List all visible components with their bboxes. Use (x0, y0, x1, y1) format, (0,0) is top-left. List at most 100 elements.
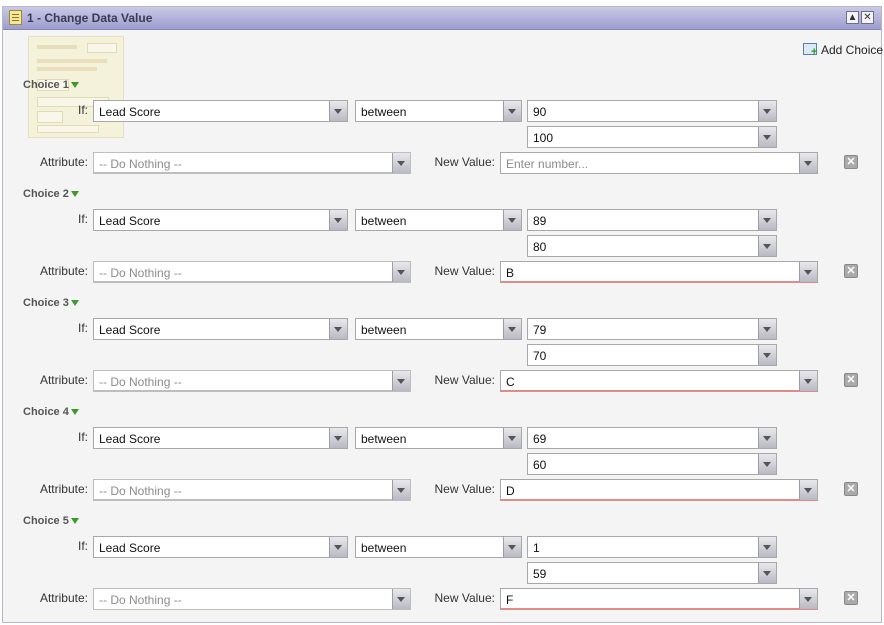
triangle-down-icon[interactable] (70, 300, 79, 307)
chevron-down-icon[interactable] (329, 319, 347, 339)
choice-5-new-value-input[interactable]: F (500, 588, 818, 610)
chevron-down-icon[interactable] (503, 319, 521, 339)
value1: 90 (533, 105, 547, 119)
choice-5-field-select[interactable]: Lead Score (93, 536, 348, 558)
attribute-placeholder: -- Do Nothing -- (99, 593, 182, 607)
chevron-down-icon[interactable] (799, 480, 817, 500)
choice-3-new-value-input[interactable]: C (500, 370, 818, 392)
choice-3-operator-select[interactable]: between (355, 318, 522, 340)
operator-value: between (361, 214, 407, 228)
choice-3-header[interactable]: Choice 3 (23, 297, 79, 309)
choice-3-value2-input[interactable]: 70 (527, 344, 777, 366)
choice-1-field-select[interactable]: Lead Score (93, 100, 348, 122)
chevron-down-icon[interactable] (503, 537, 521, 557)
chevron-down-icon[interactable] (758, 319, 776, 339)
choice-3-value1-input[interactable]: 79 (527, 318, 777, 340)
if-label: If: (77, 430, 88, 444)
choice-4-attribute-select[interactable]: -- Do Nothing -- (93, 479, 411, 501)
choice-2-header[interactable]: Choice 2 (23, 188, 79, 200)
chevron-down-icon[interactable] (758, 127, 776, 147)
chevron-down-icon[interactable] (329, 210, 347, 230)
choice-title: Choice 2 (23, 188, 69, 200)
choice-5-operator-select[interactable]: between (355, 536, 522, 558)
chevron-down-icon[interactable] (392, 153, 410, 173)
chevron-down-icon[interactable] (799, 589, 817, 609)
chevron-down-icon[interactable] (503, 428, 521, 448)
choice-1-operator-select[interactable]: between (355, 100, 522, 122)
window-title: 1 - Change Data Value (27, 11, 153, 25)
add-choice-label: Add Choice (821, 43, 884, 57)
choice-2-attribute-select[interactable]: -- Do Nothing -- (93, 261, 411, 283)
chevron-down-icon[interactable] (758, 537, 776, 557)
chevron-down-icon[interactable] (392, 262, 410, 282)
choice-title: Choice 5 (23, 515, 69, 527)
choice-5-header[interactable]: Choice 5 (23, 515, 79, 527)
chevron-down-icon[interactable] (758, 101, 776, 121)
choice-1-header[interactable]: Choice 1 (23, 79, 79, 91)
triangle-down-icon[interactable] (70, 409, 79, 416)
chevron-down-icon[interactable] (503, 210, 521, 230)
chevron-down-icon[interactable] (758, 236, 776, 256)
collapse-up-icon[interactable]: ▲ (846, 11, 859, 24)
new-value-placeholder: Enter number... (506, 157, 589, 171)
close-icon[interactable]: ✕ (861, 11, 874, 24)
choice-2-field-select[interactable]: Lead Score (93, 209, 348, 231)
attribute-placeholder: -- Do Nothing -- (99, 157, 182, 171)
choice-4-value1-input[interactable]: 69 (527, 427, 777, 449)
chevron-down-icon[interactable] (758, 563, 776, 583)
attribute-placeholder: -- Do Nothing -- (99, 484, 182, 498)
chevron-down-icon[interactable] (758, 210, 776, 230)
choice-4-header[interactable]: Choice 4 (23, 406, 79, 418)
choice-5-attribute-select[interactable]: -- Do Nothing -- (93, 588, 411, 610)
operator-value: between (361, 105, 407, 119)
choice-2-value1-input[interactable]: 89 (527, 209, 777, 231)
choice-5-value1-input[interactable]: 1 (527, 536, 777, 558)
attribute-label: Attribute: (39, 264, 88, 278)
chevron-down-icon[interactable] (329, 428, 347, 448)
choice-1-value1-input[interactable]: 90 (527, 100, 777, 122)
choice-4-field-select[interactable]: Lead Score (93, 427, 348, 449)
chevron-down-icon[interactable] (392, 371, 410, 391)
triangle-down-icon[interactable] (70, 82, 79, 89)
delete-x-icon[interactable]: ✕ (844, 373, 858, 387)
operator-value: between (361, 541, 407, 555)
chevron-down-icon[interactable] (799, 262, 817, 282)
chevron-down-icon[interactable] (799, 153, 817, 173)
value2: 100 (533, 131, 554, 145)
triangle-down-icon[interactable] (70, 191, 79, 198)
chevron-down-icon[interactable] (503, 101, 521, 121)
attribute-label: Attribute: (39, 155, 88, 169)
choice-title: Choice 4 (23, 406, 69, 418)
choice-1-new-value-input[interactable]: Enter number... (500, 152, 818, 174)
chevron-down-icon[interactable] (329, 537, 347, 557)
delete-x-icon[interactable]: ✕ (844, 264, 858, 278)
choice-4-value2-input[interactable]: 60 (527, 453, 777, 475)
value2: 59 (533, 567, 547, 581)
choice-1-attribute-select[interactable]: -- Do Nothing -- (93, 152, 411, 174)
delete-x-icon[interactable]: ✕ (844, 591, 858, 605)
choice-2-new-value-input[interactable]: B (500, 261, 818, 283)
choice-2-value2-input[interactable]: 80 (527, 235, 777, 257)
choice-2-operator-select[interactable]: between (355, 209, 522, 231)
choice-4-operator-select[interactable]: between (355, 427, 522, 449)
new-value: F (506, 593, 514, 607)
chevron-down-icon[interactable] (758, 428, 776, 448)
choice-3-field-select[interactable]: Lead Score (93, 318, 348, 340)
chevron-down-icon[interactable] (758, 454, 776, 474)
chevron-down-icon[interactable] (758, 345, 776, 365)
chevron-down-icon[interactable] (329, 101, 347, 121)
attribute-placeholder: -- Do Nothing -- (99, 375, 182, 389)
triangle-down-icon[interactable] (70, 518, 79, 525)
choice-3-attribute-select[interactable]: -- Do Nothing -- (93, 370, 411, 392)
note-edit-icon (9, 10, 22, 25)
choice-1-value2-input[interactable]: 100 (527, 126, 777, 148)
chevron-down-icon[interactable] (799, 371, 817, 391)
field-value: Lead Score (99, 432, 161, 446)
choice-5-value2-input[interactable]: 59 (527, 562, 777, 584)
choice-4-new-value-input[interactable]: D (500, 479, 818, 501)
chevron-down-icon[interactable] (392, 480, 410, 500)
delete-x-icon[interactable]: ✕ (844, 155, 858, 169)
value2: 80 (533, 240, 547, 254)
chevron-down-icon[interactable] (392, 589, 410, 609)
delete-x-icon[interactable]: ✕ (844, 482, 858, 496)
